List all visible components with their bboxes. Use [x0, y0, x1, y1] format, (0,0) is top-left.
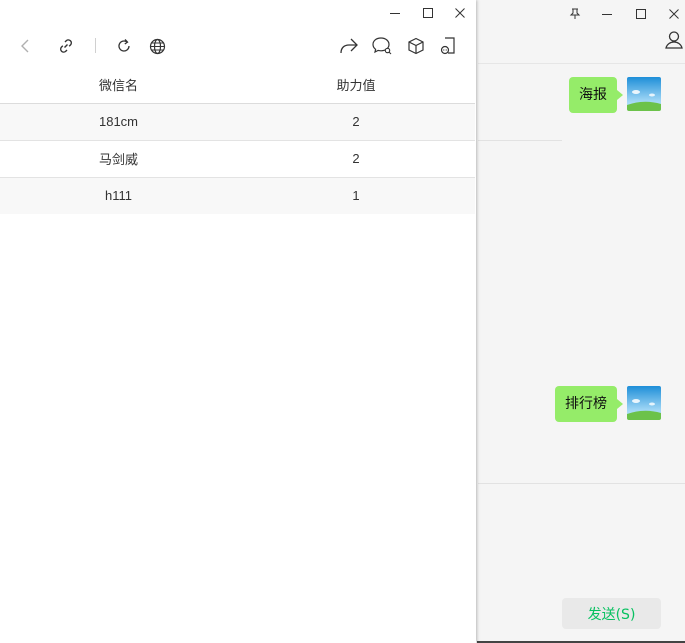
pin-icon[interactable] [566, 5, 584, 23]
cube-icon[interactable] [405, 35, 427, 57]
ranking-table: 微信名 助力值 181cm 2 马剑威 2 h111 1 [0, 66, 475, 214]
minimize-icon[interactable] [385, 3, 405, 23]
cell-wechat-name: 马剑威 [0, 140, 237, 178]
mini-program-icon[interactable] [437, 35, 459, 57]
message-row: 排行榜 [555, 386, 661, 422]
avatar[interactable] [627, 386, 661, 420]
message-bubble[interactable]: 排行榜 [555, 386, 623, 422]
web-window: 微信名 助力值 181cm 2 马剑威 2 h111 1 [0, 0, 476, 643]
cell-wechat-name: h111 [0, 177, 237, 214]
avatar[interactable] [627, 77, 661, 111]
maximize-icon[interactable] [418, 3, 438, 23]
toolbar-separator [95, 38, 96, 53]
input-area-divider [478, 483, 685, 484]
column-header-boost-value: 助力值 [237, 66, 475, 104]
refresh-icon[interactable] [113, 35, 135, 57]
cell-boost-value: 1 [237, 177, 475, 214]
back-icon[interactable] [15, 35, 37, 57]
minimize-icon[interactable] [598, 5, 616, 23]
close-icon[interactable] [665, 5, 683, 23]
share-icon[interactable] [338, 35, 360, 57]
table-row: h111 1 [0, 177, 475, 214]
cell-boost-value: 2 [237, 140, 475, 178]
link-icon[interactable] [55, 35, 77, 57]
user-icon[interactable] [664, 30, 684, 50]
message-row: 海报 [569, 77, 661, 113]
cell-wechat-name: 181cm [0, 103, 237, 141]
time-divider [478, 140, 562, 141]
chat-search-icon[interactable] [371, 35, 393, 57]
column-header-wechat-name: 微信名 [0, 66, 237, 104]
cell-boost-value: 2 [237, 103, 475, 141]
close-icon[interactable] [450, 3, 470, 23]
table-row: 马剑威 2 [0, 140, 475, 178]
maximize-icon[interactable] [632, 5, 650, 23]
send-button[interactable]: 发送(S) [562, 598, 661, 629]
message-bubble[interactable]: 海报 [569, 77, 623, 113]
globe-icon[interactable] [146, 35, 168, 57]
table-row: 181cm 2 [0, 103, 475, 141]
table-header-row: 微信名 助力值 [0, 66, 475, 104]
